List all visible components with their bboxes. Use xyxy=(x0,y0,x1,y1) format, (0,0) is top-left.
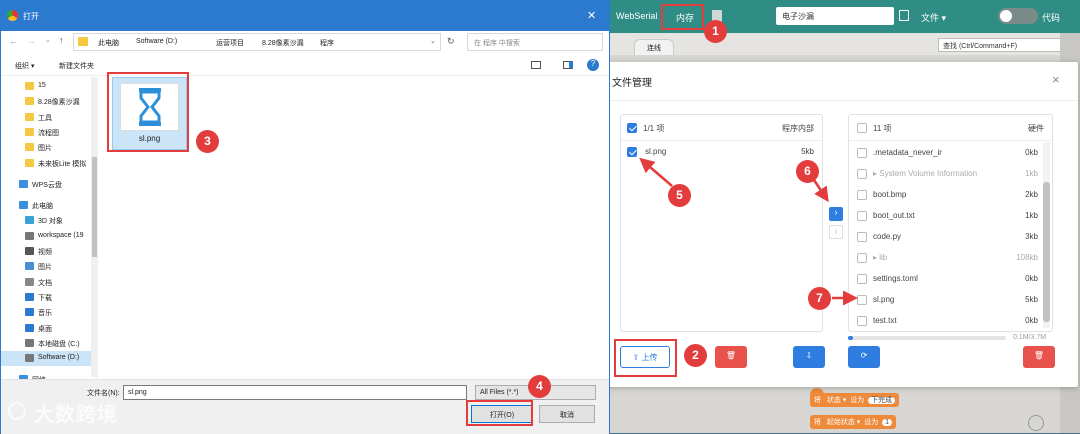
annotation-arrows xyxy=(639,157,858,306)
watermark: 大数跨境 xyxy=(34,404,118,426)
arrow-to-checkbox xyxy=(639,157,673,187)
arrow-to-move-button xyxy=(812,179,829,203)
watermark-logo xyxy=(8,402,26,420)
